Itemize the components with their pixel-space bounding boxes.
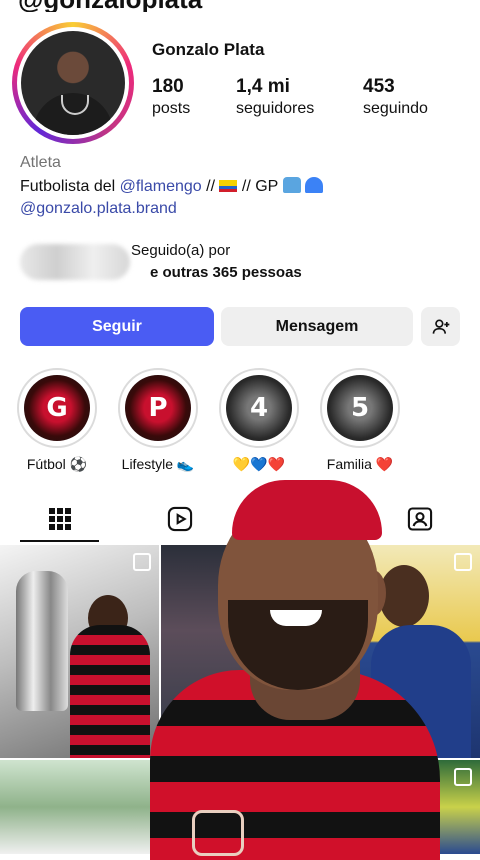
ecuador-flag-icon: [219, 180, 238, 192]
bio-brand-link[interactable]: @gonzalo.plata.brand: [20, 200, 177, 217]
header-username: @gonzaloplata: [18, 0, 202, 12]
highlight-label: Familia ❤️: [326, 456, 394, 472]
profile-name: Gonzalo Plata: [152, 40, 265, 59]
profile-bio: Futbolista del @flamengo // // GP @gonza…: [20, 176, 323, 220]
followed-by-label: Seguido(a) por: [131, 242, 231, 259]
person-add-icon: [432, 319, 449, 334]
active-tab-indicator: [20, 540, 99, 542]
stat-posts-value: 180: [152, 76, 184, 97]
highlight-cover: G: [24, 375, 90, 441]
profile-category: Atleta: [20, 154, 61, 171]
highlight-familia[interactable]: 5 Familia ❤️: [320, 368, 400, 473]
follow-button[interactable]: Seguir: [20, 307, 214, 346]
stat-followers-label: seguidores: [236, 100, 315, 117]
trophy-image: [16, 571, 68, 711]
highlight-lifestyle[interactable]: P Lifestyle 👟: [118, 368, 198, 473]
highlight-label: 💛💙❤️: [232, 456, 286, 472]
stat-following-value: 453: [363, 76, 395, 97]
message-button[interactable]: Mensagem: [221, 307, 413, 346]
carousel-icon: [454, 553, 472, 571]
bio-separator-2: // GP: [237, 178, 283, 195]
stat-posts-label: posts: [152, 100, 191, 117]
shirt-emoji-icon: [282, 177, 301, 193]
bio-separator: //: [201, 178, 220, 195]
highlight-futbol[interactable]: G Fútbol ⚽: [17, 368, 97, 473]
post-thumbnail[interactable]: [0, 760, 159, 854]
bio-mention-link[interactable]: @flamengo: [120, 178, 202, 195]
post-thumbnail[interactable]: [0, 545, 159, 758]
stat-followers-value: 1,4 mi: [236, 76, 290, 97]
stat-following-label: seguindo: [363, 100, 428, 117]
bio-text: Futbolista del: [20, 178, 120, 195]
followed-by-others: e outras 365 pessoas: [150, 264, 302, 281]
reaction-person-overlay: [140, 480, 440, 860]
top-bar-clipped: @gonzaloplata: [0, 0, 480, 12]
avatar-photo: [21, 31, 125, 135]
highlight-hearts[interactable]: 4 💛💙❤️: [219, 368, 299, 473]
profile-avatar[interactable]: [12, 22, 134, 144]
tab-posts-grid[interactable]: [20, 496, 99, 542]
stat-followers[interactable]: 1,4 mi seguidores: [236, 76, 314, 118]
highlight-label: Fútbol ⚽: [26, 456, 88, 472]
cap-emoji-icon: [304, 177, 323, 193]
suggest-people-button[interactable]: [421, 307, 460, 346]
carousel-icon: [454, 768, 472, 786]
highlight-cover: P: [125, 375, 191, 441]
highlight-cover: 4: [226, 375, 292, 441]
grid-icon: [48, 508, 71, 530]
followed-by[interactable]: Seguido(a) por e outras 365 pessoas: [20, 238, 470, 288]
highlight-cover: 5: [327, 375, 393, 441]
follower-avatars-blurred: [20, 244, 130, 280]
highlight-label: Lifestyle 👟: [121, 456, 195, 472]
stat-following[interactable]: 453 seguindo: [363, 76, 428, 118]
stat-posts[interactable]: 180 posts: [152, 76, 190, 118]
